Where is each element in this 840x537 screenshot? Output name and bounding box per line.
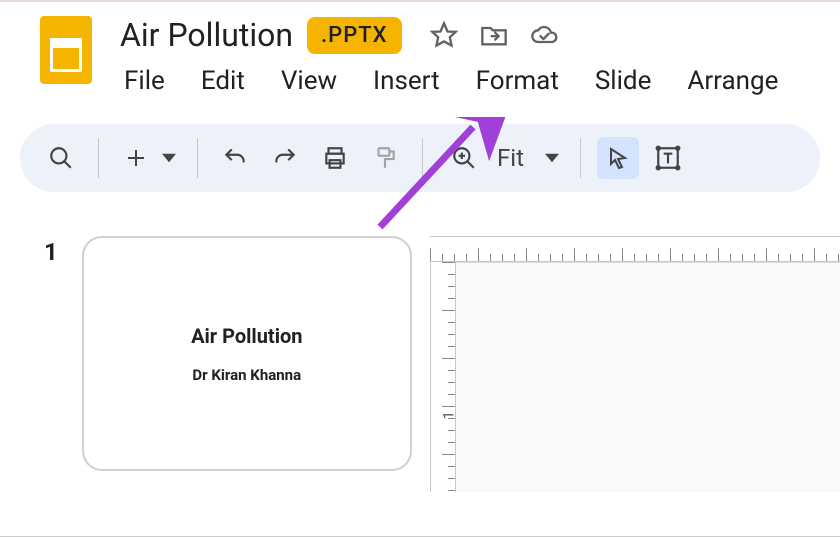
menu-edit[interactable]: Edit	[197, 64, 249, 98]
menu-insert[interactable]: Insert	[369, 64, 444, 98]
star-icon[interactable]	[430, 21, 458, 49]
zoom-dropdown[interactable]	[540, 137, 564, 179]
slide-thumbnail[interactable]: Air Pollution Dr Kiran Khanna	[82, 236, 412, 471]
menu-view[interactable]: View	[277, 64, 341, 98]
textbox-tool[interactable]	[647, 137, 689, 179]
print-button[interactable]	[314, 137, 356, 179]
zoom-level[interactable]: Fit	[497, 144, 524, 172]
menu-format[interactable]: Format	[472, 64, 563, 98]
thumb-title: Air Pollution	[191, 324, 302, 348]
undo-button[interactable]	[214, 137, 256, 179]
document-title[interactable]: Air Pollution	[120, 16, 293, 54]
slide-canvas[interactable]	[456, 262, 840, 492]
new-slide-button[interactable]	[115, 137, 157, 179]
slide-number: 1	[44, 238, 58, 492]
menu-arrange[interactable]: Arrange	[683, 64, 782, 98]
toolbar-divider	[422, 138, 423, 178]
horizontal-ruler	[430, 236, 840, 262]
pptx-badge: .PPTX	[307, 17, 402, 54]
cloud-saved-icon[interactable]	[530, 21, 558, 49]
slides-logo[interactable]	[40, 16, 92, 84]
toolbar-divider	[580, 138, 581, 178]
paint-format-button[interactable]	[364, 137, 406, 179]
vertical-ruler: 1	[430, 262, 456, 492]
menu-slide[interactable]: Slide	[591, 64, 656, 98]
toolbar-divider	[197, 138, 198, 178]
toolbar-divider	[98, 138, 99, 178]
select-tool[interactable]	[597, 137, 639, 179]
toolbar: Fit	[20, 124, 820, 192]
new-slide-dropdown[interactable]	[157, 137, 181, 179]
search-icon[interactable]	[40, 137, 82, 179]
redo-button[interactable]	[264, 137, 306, 179]
menu-bar: File Edit View Insert Format Slide Arran…	[120, 64, 840, 98]
zoom-icon[interactable]	[443, 137, 485, 179]
thumb-subtitle: Dr Kiran Khanna	[192, 366, 301, 384]
move-folder-icon[interactable]	[480, 21, 508, 49]
menu-file[interactable]: File	[120, 64, 169, 98]
